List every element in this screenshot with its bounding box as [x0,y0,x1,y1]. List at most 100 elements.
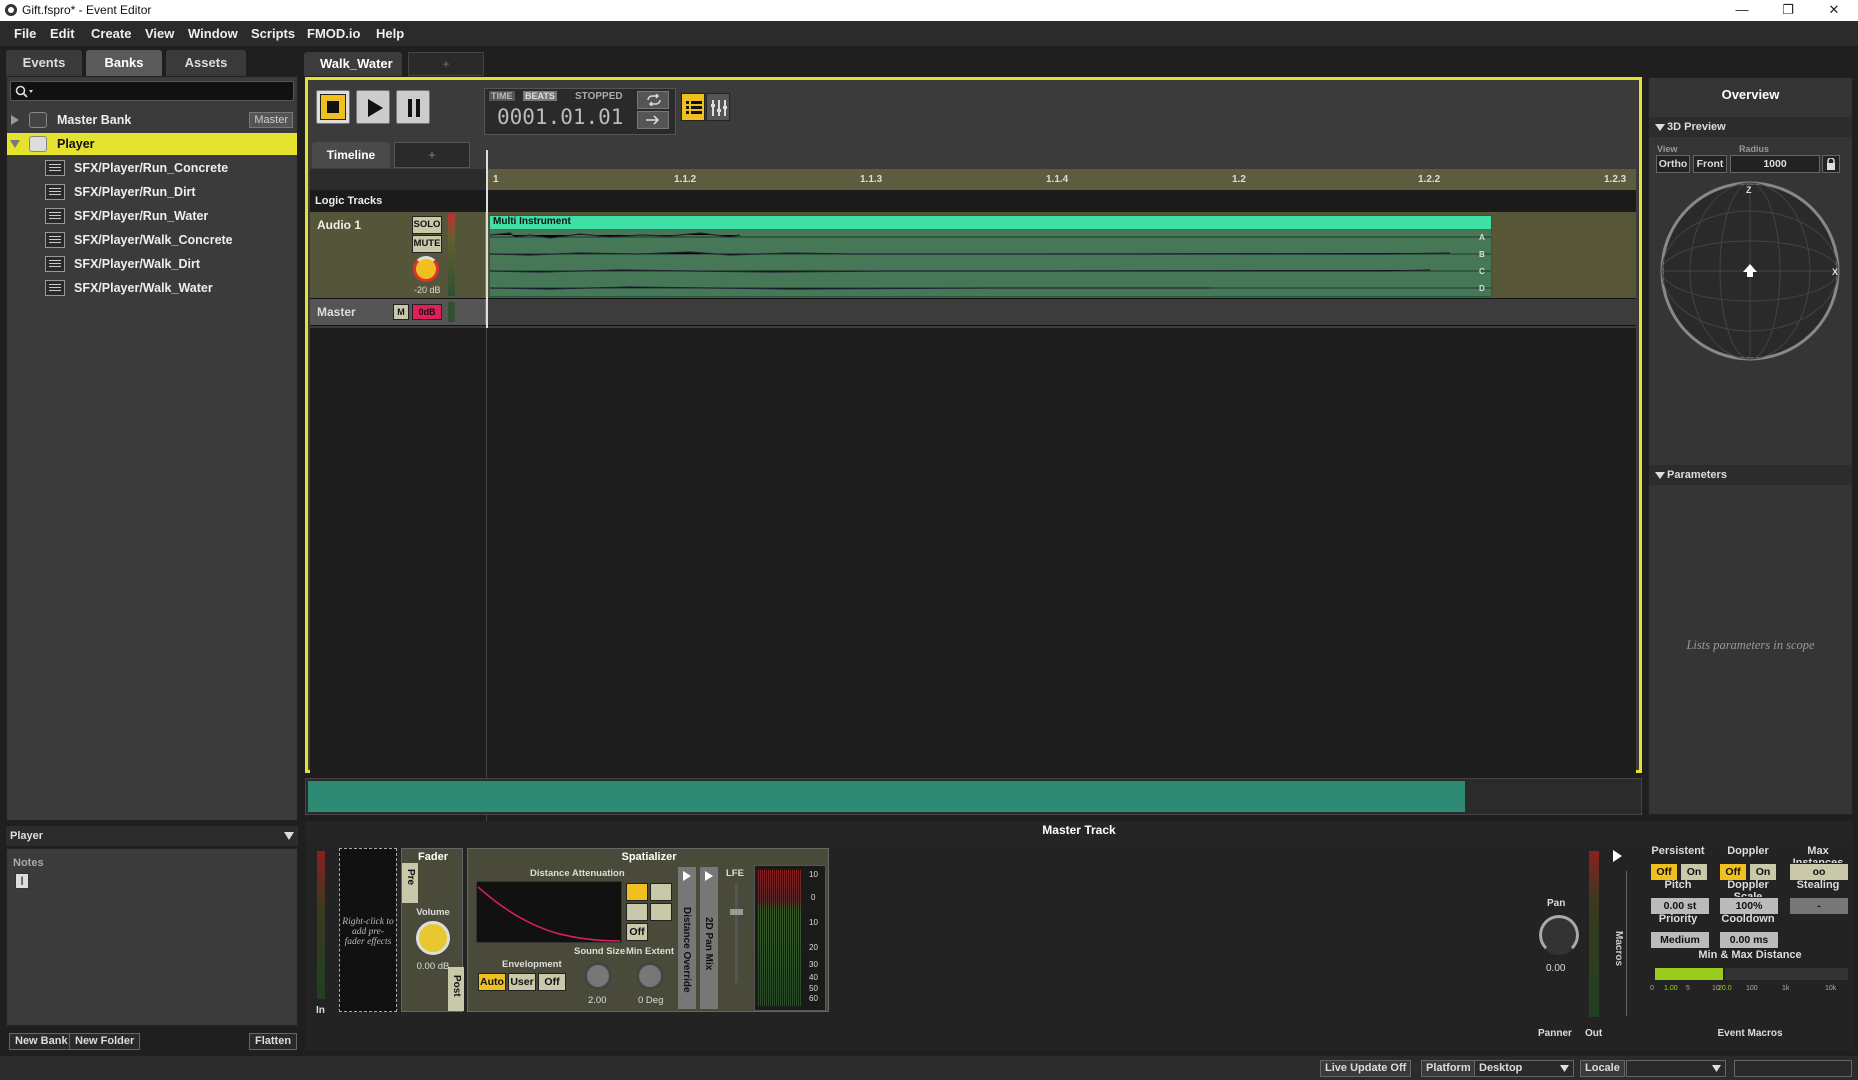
expand-right-icon[interactable] [682,871,692,881]
attenuation-curve-graph[interactable] [476,881,622,943]
sound-size-knob[interactable] [584,962,612,990]
collapse-arrow-icon[interactable] [10,140,20,148]
priority-input[interactable]: Medium [1650,931,1710,949]
pan-knob[interactable] [1539,915,1579,955]
beats-mode-button[interactable]: BEATS [523,91,557,101]
stealing-dropdown[interactable]: - [1789,897,1849,915]
tree-item-event[interactable]: SFX/Player/Run_Concrete [7,157,297,179]
curve-off-button[interactable]: Off [626,923,648,941]
playhead-line[interactable] [486,150,488,328]
tab-assets[interactable]: Assets [166,50,246,76]
lock-button[interactable] [1822,155,1840,173]
menu-help[interactable]: Help [376,26,404,41]
multi-instrument-region[interactable]: Multi Instrument A B C D [489,215,1492,297]
search-input[interactable] [10,81,294,101]
mute-button[interactable]: MUTE [412,235,442,253]
tree-item-event[interactable]: SFX/Player/Run_Dirt [7,181,297,203]
2d-pan-mix-panel[interactable]: 2D Pan Mix [700,867,718,1009]
tracks-view-button[interactable] [681,93,705,121]
tab-events[interactable]: Events [6,50,82,76]
distance-override-panel[interactable]: Distance Override [678,867,696,1009]
lfe-slider[interactable] [735,883,738,983]
fader-volume-knob[interactable] [416,921,450,955]
curve-inverse-tapered-button[interactable] [650,903,672,921]
spatializer-plugin[interactable]: Spatializer Distance Attenuation Off Env… [467,848,829,1012]
timeline-ruler[interactable]: 1 1.1.2 1.1.3 1.1.4 1.2 1.2.2 1.2.3 [310,169,1636,190]
follow-playhead-button[interactable] [637,111,669,129]
empty-tracks-area[interactable] [310,328,1636,853]
tree-item-event[interactable]: SFX/Player/Walk_Concrete [7,229,297,251]
envelopment-user-button[interactable]: User [508,973,536,991]
event-tab-walk-water[interactable]: Walk_Water [304,52,402,76]
menu-create[interactable]: Create [91,26,131,41]
close-button[interactable]: ✕ [1811,0,1857,21]
curve-inverse-button[interactable] [626,903,648,921]
pre-tab[interactable]: Pre [402,863,418,903]
envelopment-off-button[interactable]: Off [538,973,566,991]
3d-preview-sphere[interactable]: Z X [1658,179,1842,363]
menu-edit[interactable]: Edit [50,26,75,41]
track-name[interactable]: Audio 1 [317,218,361,232]
time-mode-button[interactable]: TIME [489,91,515,101]
menu-file[interactable]: File [14,26,36,41]
status-bar: Live Update Off Platform Desktop Locale [0,1056,1858,1080]
play-macros-icon[interactable] [1612,850,1622,862]
tree-item-master-bank[interactable]: Master Bank Master [7,109,297,131]
tree-item-player[interactable]: Player [7,133,297,155]
prefader-drop-zone[interactable]: Right-click to add pre-fader effects [339,848,397,1012]
properties-header[interactable]: Player [6,826,298,846]
new-folder-button[interactable]: New Folder [69,1033,141,1050]
cooldown-input[interactable]: 0.00 ms [1719,931,1779,949]
minimize-button[interactable]: — [1719,0,1765,21]
new-bank-button[interactable]: New Bank [9,1033,74,1050]
radius-input[interactable]: 1000 [1730,155,1820,173]
restore-button[interactable]: ❐ [1765,0,1811,21]
stop-button[interactable] [316,90,350,124]
pause-button[interactable] [396,90,430,124]
parameters-header[interactable]: Parameters [1649,465,1852,485]
flatten-button[interactable]: Flatten [249,1033,298,1050]
lfe-slider-handle[interactable] [730,909,743,915]
locale-dropdown[interactable] [1626,1060,1726,1077]
text-cursor-icon[interactable]: I [15,873,29,889]
master-tag: Master [249,112,293,128]
live-update-button[interactable]: Live Update Off [1320,1060,1412,1077]
menu-fmodio[interactable]: FMOD.io [307,26,360,41]
expand-arrow-icon[interactable] [11,115,19,125]
tree-item-event[interactable]: SFX/Player/Walk_Water [7,277,297,299]
expand-right-icon[interactable] [704,871,714,881]
loop-button[interactable] [637,91,669,109]
fader-plugin[interactable]: Fader Pre Post Volume 0.00 dB [401,848,464,1012]
menu-view[interactable]: View [145,26,174,41]
master-volume-control[interactable]: 0dB [412,304,442,320]
ortho-button[interactable]: Ortho [1656,155,1690,173]
tab-banks[interactable]: Banks [86,50,162,76]
curve-linear-button[interactable] [626,883,648,901]
add-parameter-tab-button[interactable]: + [394,142,470,168]
tree-item-event[interactable]: SFX/Player/Run_Water [7,205,297,227]
track-volume-knob[interactable] [413,256,439,282]
3d-preview-header[interactable]: 3D Preview [1649,117,1852,137]
overview-region[interactable] [308,781,1465,812]
solo-button[interactable]: SOLO [412,216,442,234]
post-tab[interactable]: Post [448,967,464,1011]
envelopment-auto-button[interactable]: Auto [478,973,506,991]
menu-scripts[interactable]: Scripts [251,26,295,41]
mixer-view-button[interactable] [706,93,730,121]
distance-range-slider[interactable] [1654,967,1724,981]
tree-item-event[interactable]: SFX/Player/Walk_Dirt [7,253,297,275]
master-mute-button[interactable]: M [393,304,409,320]
platform-dropdown[interactable]: Desktop [1474,1060,1574,1077]
region-header[interactable]: Multi Instrument [490,216,1491,229]
master-track-row[interactable]: Master M 0dB [310,298,1636,326]
distance-range-track[interactable] [1724,967,1849,981]
menu-window[interactable]: Window [188,26,238,41]
timeline-overview-scrollbar[interactable] [305,778,1642,815]
dropdown-arrow-icon[interactable] [284,832,294,840]
tab-timeline[interactable]: Timeline [312,142,390,168]
front-button[interactable]: Front [1693,155,1727,173]
curve-linear-squared-button[interactable] [650,883,672,901]
play-button[interactable] [356,90,390,124]
add-event-tab-button[interactable]: + [408,52,484,76]
min-extent-knob[interactable] [636,962,664,990]
